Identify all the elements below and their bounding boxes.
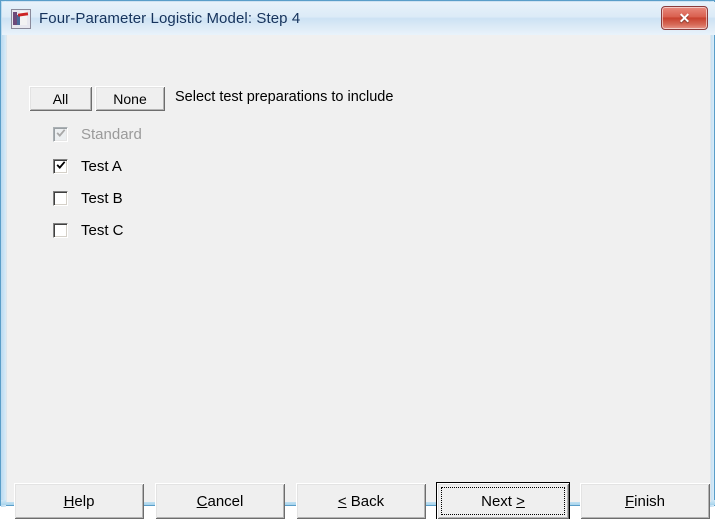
checkbox-label-standard: Standard [81,125,142,143]
checkmark-icon [56,160,66,172]
select-none-button[interactable]: None [95,86,165,111]
finish-accel: F [624,492,635,510]
help-button-label: Help [64,493,95,510]
checkbox-row-test-b[interactable]: Test B [53,187,123,209]
cancel-rest: ancel [207,492,244,510]
finish-button[interactable]: Finish [580,483,710,519]
close-button[interactable]: ✕ [661,6,708,30]
checkbox-standard [53,126,68,142]
title-bar[interactable]: Four-Parameter Logistic Model: Step 4 ✕ [2,2,715,35]
checkbox-row-standard: Standard [53,123,142,145]
back-button-label: < Back [338,493,384,510]
finish-rest: inish [634,492,666,510]
checkbox-label-test-a: Test A [81,157,122,175]
app-window-icon [11,8,31,29]
cancel-accel: C [196,492,208,510]
back-rest: Back [346,492,385,510]
checkbox-test-b[interactable] [53,190,68,206]
select-all-label: All [52,90,69,107]
close-icon: ✕ [678,10,691,26]
dialog-client-area: All None Select test preparations to inc… [6,35,711,519]
checkbox-row-test-a[interactable]: Test A [53,155,122,177]
next-accel: > [516,492,525,510]
select-all-button[interactable]: All [29,86,92,111]
next-prefix: Next [481,492,517,510]
cancel-button-label: Cancel [197,493,244,510]
checkbox-label-test-c: Test C [81,221,124,239]
help-button[interactable]: Help [14,483,144,519]
checkbox-test-a[interactable] [53,158,68,174]
back-button[interactable]: < Back [296,483,426,519]
help-accel: H [63,492,75,510]
back-accel: < [337,492,347,510]
next-button-label: Next > [481,493,525,510]
finish-button-label: Finish [625,493,665,510]
instruction-text: Select test preparations to include [175,89,394,105]
select-none-label: None [113,90,147,107]
window-title: Four-Parameter Logistic Model: Step 4 [39,10,301,27]
checkbox-label-test-b: Test B [81,189,123,207]
help-rest: elp [74,492,95,510]
checkbox-row-test-c[interactable]: Test C [53,219,124,241]
dialog-window: Four-Parameter Logistic Model: Step 4 ✕ … [0,0,715,519]
checkbox-test-c[interactable] [53,222,68,238]
next-button[interactable]: Next > [437,483,569,519]
cancel-button[interactable]: Cancel [155,483,285,519]
checkmark-icon [56,128,66,140]
